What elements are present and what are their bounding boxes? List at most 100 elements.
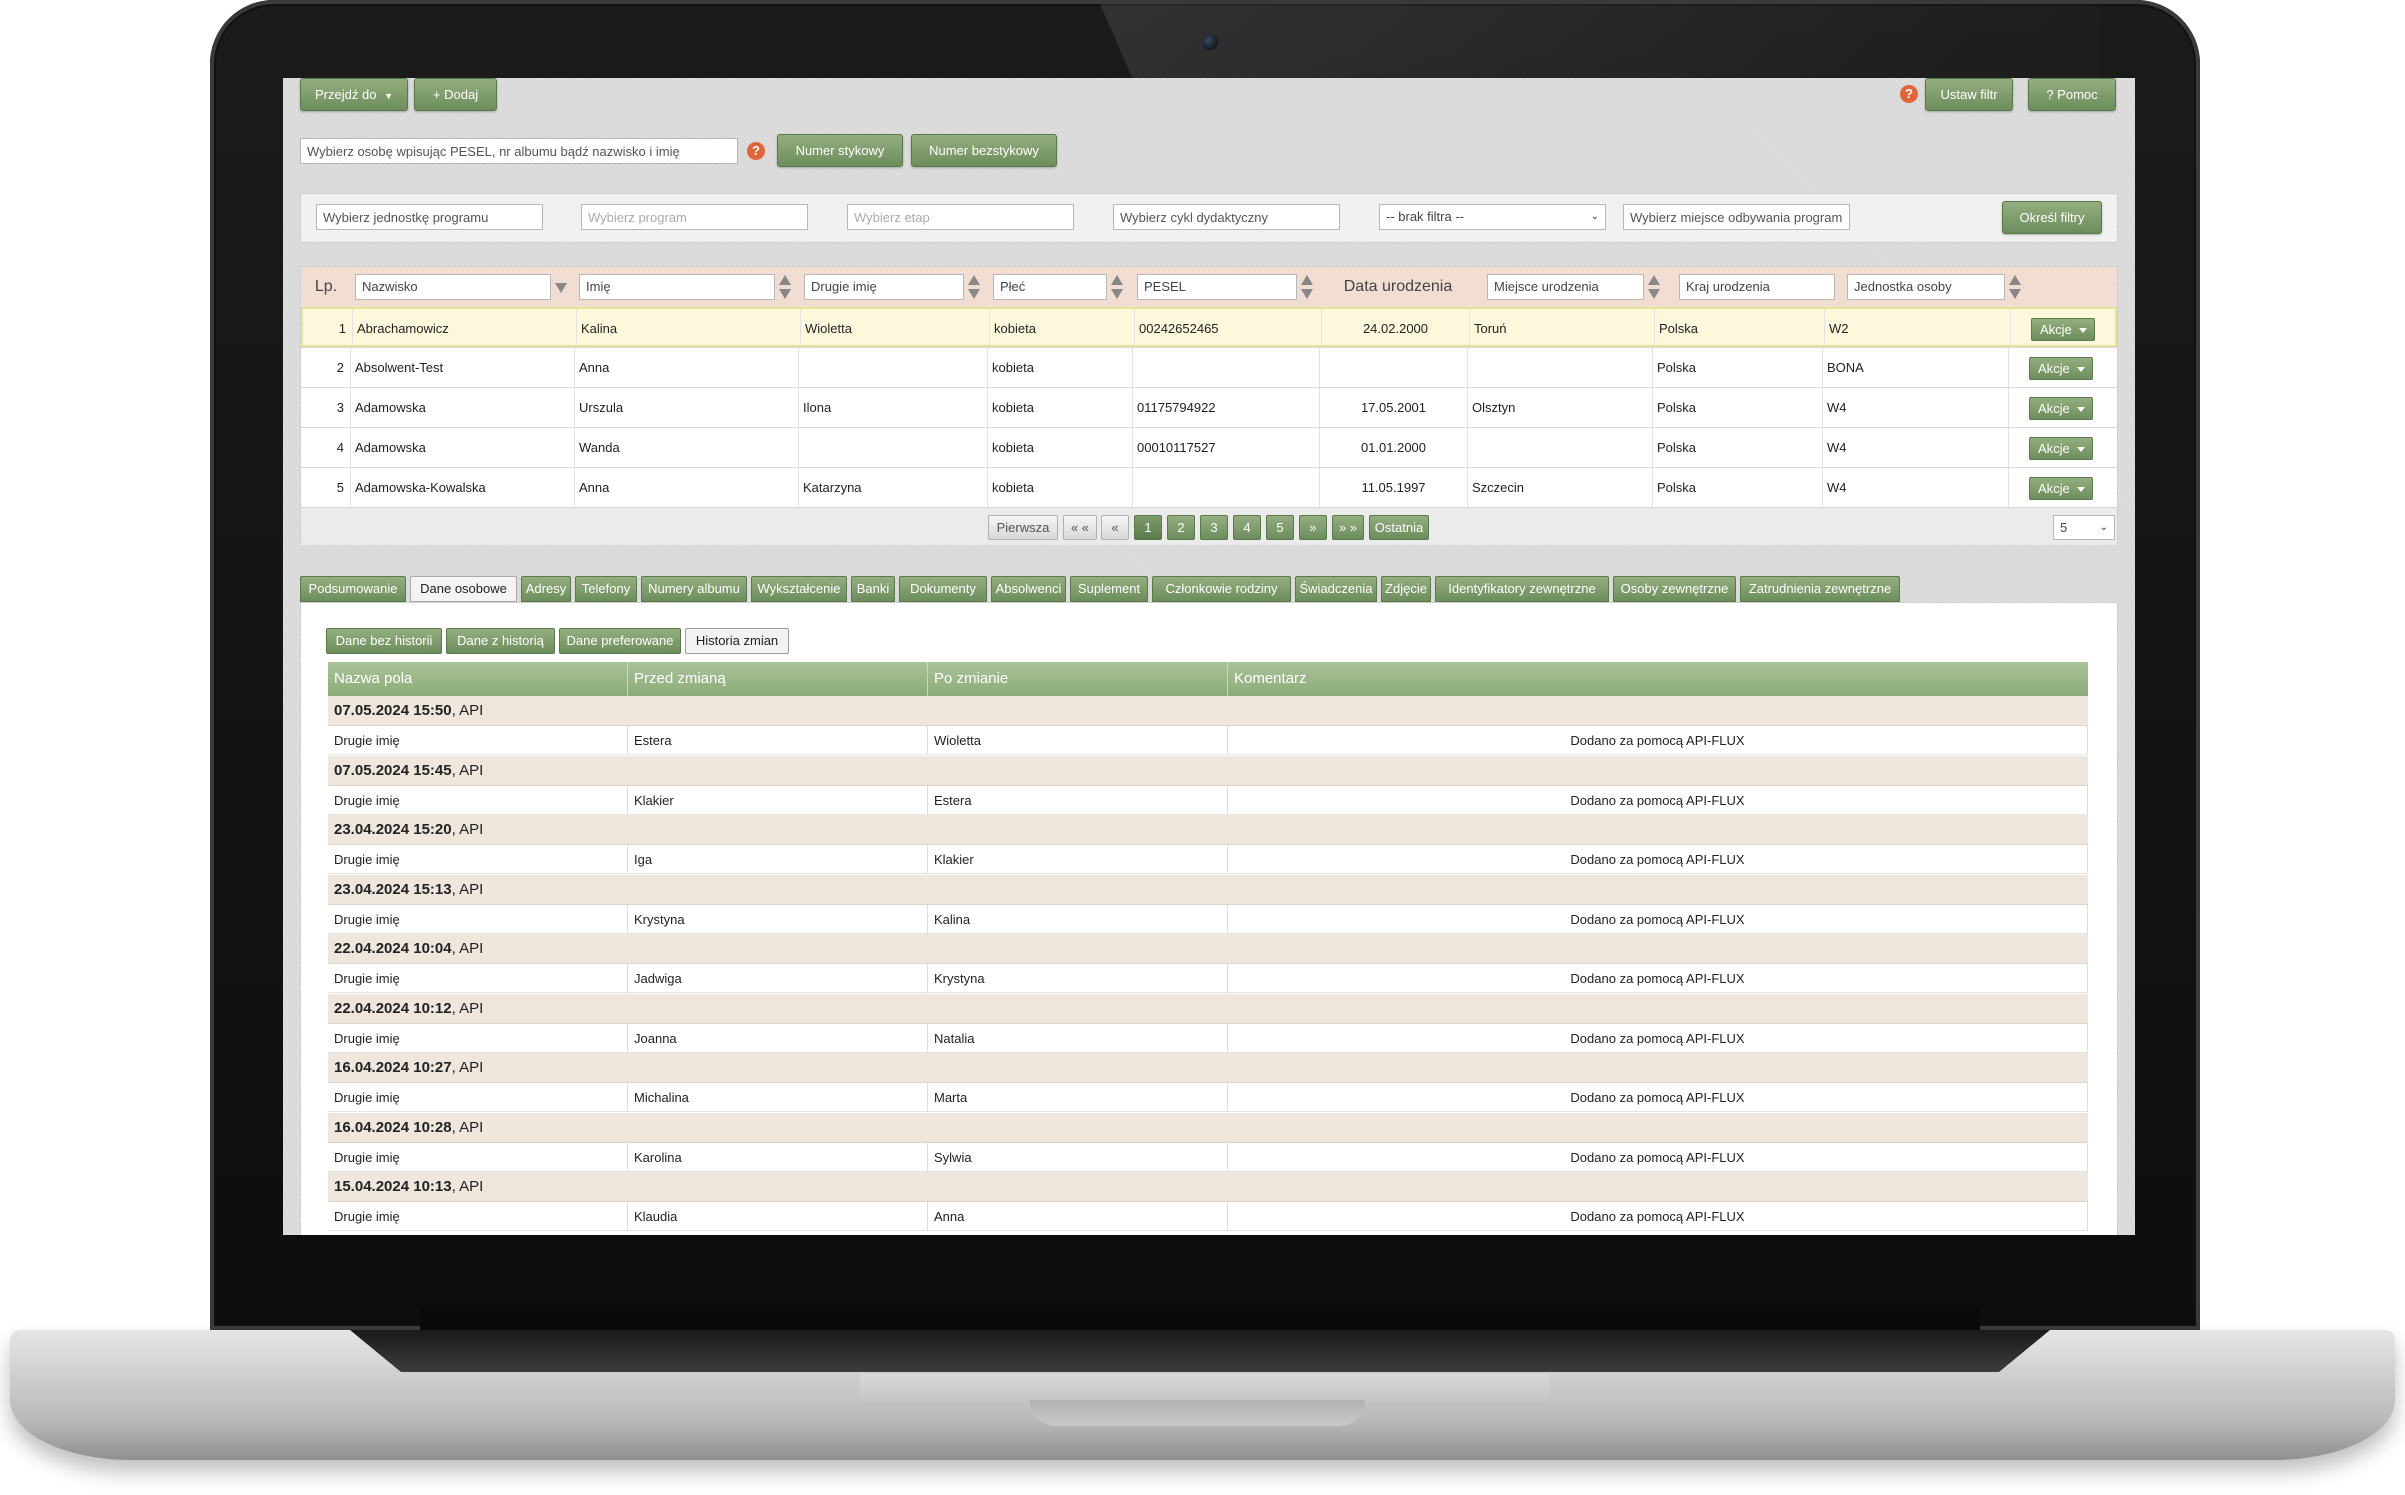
tab-7[interactable]: Dokumenty [899, 576, 987, 602]
program-place-input[interactable] [1623, 204, 1850, 230]
person-search-input[interactable] [300, 138, 738, 164]
sort-icon[interactable] [1110, 275, 1124, 299]
actions-dropdown-button[interactable]: Akcje [2031, 318, 2095, 341]
contactless-number-button[interactable]: Numer bezstykowy [911, 134, 1057, 167]
didactic-cycle-input[interactable] [1113, 204, 1340, 230]
help-icon[interactable]: ? [1900, 85, 1918, 103]
filter-select[interactable]: -- brak filtra -- ⌄ [1379, 204, 1606, 230]
table-row[interactable]: 3 Adamowska Urszula Ilona kobieta 01175794922… [301, 387, 2117, 427]
contact-number-button[interactable]: Numer stykowy [777, 134, 903, 167]
sort-icon[interactable] [1647, 275, 1661, 299]
table-row[interactable]: 4 Adamowska Wanda kobieta 00010117527 01.01.2… [301, 427, 2117, 467]
subtab-3[interactable]: Historia zmian [685, 628, 789, 654]
cell-pesel [1133, 468, 1320, 507]
tab-10[interactable]: Członkowie rodziny [1152, 576, 1291, 602]
page-3-button[interactable]: 3 [1200, 515, 1228, 540]
history-cell-before: Jadwiga [628, 964, 928, 993]
header-birth-date[interactable]: Data urodzenia [1323, 267, 1473, 307]
tab-12[interactable]: Zdjęcie [1381, 576, 1431, 602]
page-1-button[interactable]: 1 [1134, 515, 1162, 540]
tab-2[interactable]: Adresy [521, 576, 571, 602]
history-row: Drugie imię Karolina Sylwia Dodano za pomoc… [328, 1142, 2088, 1172]
cell-pesel: 00242652465 [1135, 309, 1322, 345]
sort-icon[interactable] [967, 275, 981, 299]
goto-button[interactable]: Przejdź do ▼ [300, 78, 408, 111]
cell-gender: kobieta [988, 388, 1133, 427]
history-cell-before: Joanna [628, 1023, 928, 1053]
birth-country-filter[interactable]: Kraj urodzenia [1679, 274, 1835, 300]
search-help-icon[interactable]: ? [747, 142, 765, 160]
cell-birth-country: Polska [1653, 468, 1823, 507]
history-cell-comment: Dodano za pomocą API-FLUX [1228, 964, 2088, 993]
cell-unit: W4 [1823, 468, 2009, 507]
second-name-filter[interactable]: Drugie imię [804, 274, 964, 300]
help-button[interactable]: ? Pomoc [2028, 78, 2116, 111]
table-row[interactable]: 1 Abrachamowicz Kalina Wioletta kobieta 00242… [301, 307, 2117, 347]
tab-15[interactable]: Zatrudnienia zewnętrzne [1740, 576, 1900, 602]
apply-filters-button[interactable]: Określ filtry [2002, 201, 2102, 234]
people-table-header: Lp. Nazwisko Imię Drugie imię Płeć PESEL… [301, 267, 2117, 307]
sort-icon[interactable] [1300, 275, 1314, 299]
cell-unit: W2 [1825, 309, 2011, 345]
cell-name: Anna [575, 348, 799, 387]
page-4-button[interactable]: 4 [1233, 515, 1261, 540]
table-row[interactable]: 2 Absolwent-Test Anna kobieta Polska BONA Akcj… [301, 347, 2117, 387]
tab-4[interactable]: Numery albumu [641, 576, 747, 602]
prev-button[interactable]: « [1101, 515, 1129, 540]
chevron-down-icon: ⌄ [1590, 211, 1599, 222]
actions-dropdown-button[interactable]: Akcje [2029, 357, 2093, 380]
sort-icon[interactable] [778, 275, 792, 299]
birth-place-filter[interactable]: Miejsce urodzenia [1487, 274, 1644, 300]
next-next-button[interactable]: » » [1332, 515, 1364, 540]
history-cell-field: Drugie imię [328, 726, 628, 755]
surname-filter[interactable]: Nazwisko [355, 274, 551, 300]
cell-second-name: Katarzyna [799, 468, 988, 507]
change-source: , API [451, 940, 484, 957]
actions-dropdown-button[interactable]: Akcje [2029, 437, 2093, 460]
cell-name: Anna [575, 468, 799, 507]
tab-8[interactable]: Absolwenci [991, 576, 1066, 602]
history-cell-comment: Dodano za pomocą API-FLUX [1228, 904, 2088, 934]
actions-dropdown-button[interactable]: Akcje [2029, 477, 2093, 500]
change-date: 22.04.2024 10:04 [334, 940, 452, 957]
sort-desc-icon[interactable] [554, 283, 568, 295]
change-source: , API [451, 1178, 484, 1195]
name-filter[interactable]: Imię [579, 274, 775, 300]
page-2-button[interactable]: 2 [1167, 515, 1195, 540]
gender-filter[interactable]: Płeć [993, 274, 1107, 300]
tab-1[interactable]: Dane osobowe [410, 576, 517, 602]
change-source: , API [451, 880, 484, 898]
history-row: Drugie imię Joanna Natalia Dodano za pomocą… [328, 1023, 2088, 1053]
tab-3[interactable]: Telefony [575, 576, 637, 602]
add-button[interactable]: + Dodaj [414, 78, 497, 111]
program-input[interactable] [581, 204, 808, 230]
pesel-filter[interactable]: PESEL [1137, 274, 1297, 300]
actions-dropdown-button[interactable]: Akcje [2029, 397, 2093, 420]
tab-5[interactable]: Wykształcenie [751, 576, 847, 602]
page-size-select[interactable]: 5 ⌄ [2053, 515, 2115, 540]
stage-input[interactable] [847, 204, 1074, 230]
change-source: , API [451, 999, 484, 1017]
set-filter-button[interactable]: Ustaw filtr [1925, 78, 2013, 111]
tab-9[interactable]: Suplement [1070, 576, 1148, 602]
last-page-button[interactable]: Ostatnia [1369, 515, 1429, 540]
sort-icon[interactable] [2008, 275, 2022, 299]
history-group-header: 16.04.2024 10:27, API [328, 1053, 2088, 1083]
table-row[interactable]: 5 Adamowska-Kowalska Anna Katarzyna kobieta 1… [301, 467, 2117, 507]
next-button[interactable]: » [1299, 515, 1327, 540]
tab-14[interactable]: Osoby zewnętrzne [1613, 576, 1736, 602]
subtab-1[interactable]: Dane z historią [446, 628, 555, 654]
subtab-0[interactable]: Dane bez historii [326, 628, 442, 654]
history-cell-field: Drugie imię [328, 845, 628, 874]
first-page-button[interactable]: Pierwsza [988, 515, 1058, 540]
person-unit-filter[interactable]: Jednostka osoby [1847, 274, 2005, 300]
tab-13[interactable]: Identyfikatory zewnętrzne [1435, 576, 1609, 602]
tab-6[interactable]: Banki [851, 576, 895, 602]
prev-prev-button[interactable]: « « [1063, 515, 1097, 540]
program-unit-input[interactable] [316, 204, 543, 230]
subtab-2[interactable]: Dane preferowane [559, 628, 681, 654]
history-row: Drugie imię Estera Wioletta Dodano za pomoc… [328, 726, 2088, 755]
tab-0[interactable]: Podsumowanie [300, 576, 406, 602]
page-5-button[interactable]: 5 [1266, 515, 1294, 540]
tab-11[interactable]: Świadczenia [1295, 576, 1377, 602]
